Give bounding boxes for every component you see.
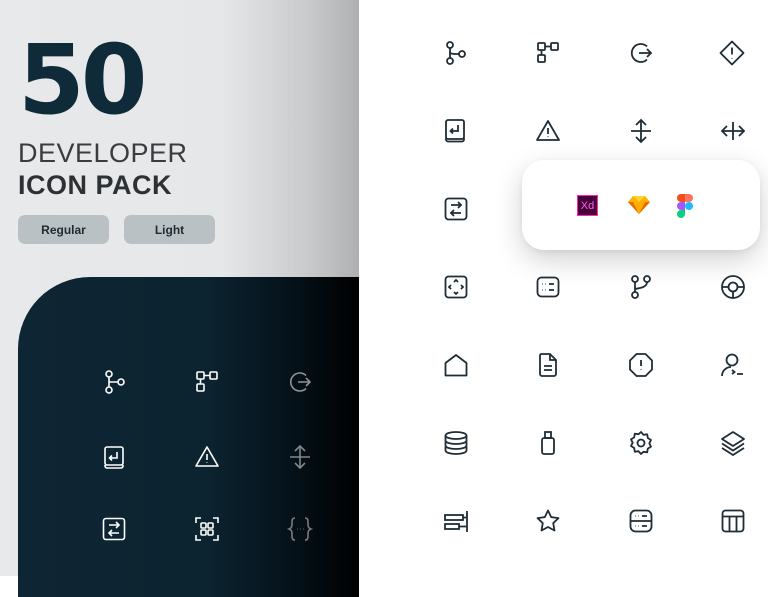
logout-icon	[287, 369, 313, 395]
vertical-resize-icon	[287, 444, 313, 470]
list-panel-icon	[535, 274, 561, 300]
settings-gear-icon	[628, 430, 654, 456]
figma-icon	[676, 194, 694, 218]
database-icon	[443, 430, 469, 456]
title-line-2: ICON PACK	[18, 170, 173, 200]
light-style-button[interactable]: Light	[124, 215, 215, 244]
git-commit-branch-icon	[442, 40, 468, 66]
title-line-1: DEVELOPER	[18, 138, 188, 168]
document-icon	[535, 352, 561, 378]
home-icon	[443, 352, 469, 378]
vertical-resize-icon	[628, 118, 654, 144]
flow-diagram-icon	[535, 40, 561, 66]
git-commit-branch-icon	[101, 369, 127, 395]
lifebuoy-icon	[720, 274, 746, 300]
sketch-icon	[628, 195, 650, 215]
frame-expand-icon	[443, 274, 469, 300]
octagon-alert-icon	[628, 352, 654, 378]
swap-arrows-icon	[101, 516, 127, 542]
layout-table-icon	[720, 508, 746, 534]
diamond-alert-icon	[719, 40, 745, 66]
usb-drive-icon	[535, 430, 561, 456]
git-merge-icon	[628, 274, 654, 300]
horizontal-resize-icon	[720, 118, 746, 144]
flow-diagram-icon	[194, 369, 220, 395]
swap-arrows-icon	[443, 196, 469, 222]
warning-triangle-icon	[535, 118, 561, 144]
dark-preview-panel	[18, 277, 359, 597]
logout-icon	[628, 40, 654, 66]
adobe-xd-icon: Xd	[577, 195, 598, 216]
book-return-icon	[101, 444, 127, 470]
book-return-icon	[442, 118, 468, 144]
regular-style-button[interactable]: Regular	[18, 215, 109, 244]
align-right-bars-icon	[443, 508, 469, 534]
icon-count-heading: 50	[18, 24, 148, 136]
qr-scan-icon	[194, 516, 220, 542]
star-icon	[535, 508, 561, 534]
user-terminal-icon	[719, 352, 745, 378]
code-braces-icon	[287, 516, 313, 542]
server-icon	[628, 508, 654, 534]
layers-icon	[720, 430, 746, 456]
warning-triangle-icon	[194, 444, 220, 470]
